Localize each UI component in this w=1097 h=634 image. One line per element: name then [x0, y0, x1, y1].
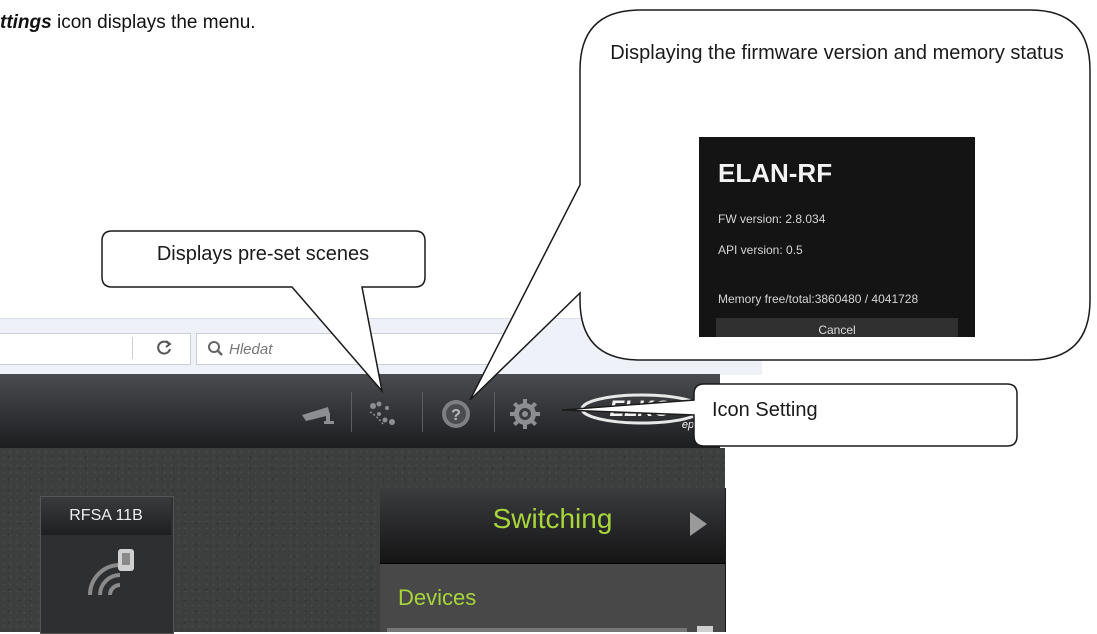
api-version: API version: 0.5	[718, 243, 803, 257]
firmware-callout-text: Displaying the firmware version and memo…	[610, 42, 1064, 64]
cancel-button[interactable]: Cancel	[716, 318, 958, 337]
fw-version: FW version: 2.8.034	[718, 212, 826, 226]
memory-status: Memory free/total:3860480 / 4041728	[718, 292, 919, 306]
scenes-callout-text: Displays pre-set scenes	[156, 243, 370, 265]
device-name: ELAN-RF	[718, 158, 833, 188]
setting-callout-text: Icon Setting	[712, 399, 818, 421]
